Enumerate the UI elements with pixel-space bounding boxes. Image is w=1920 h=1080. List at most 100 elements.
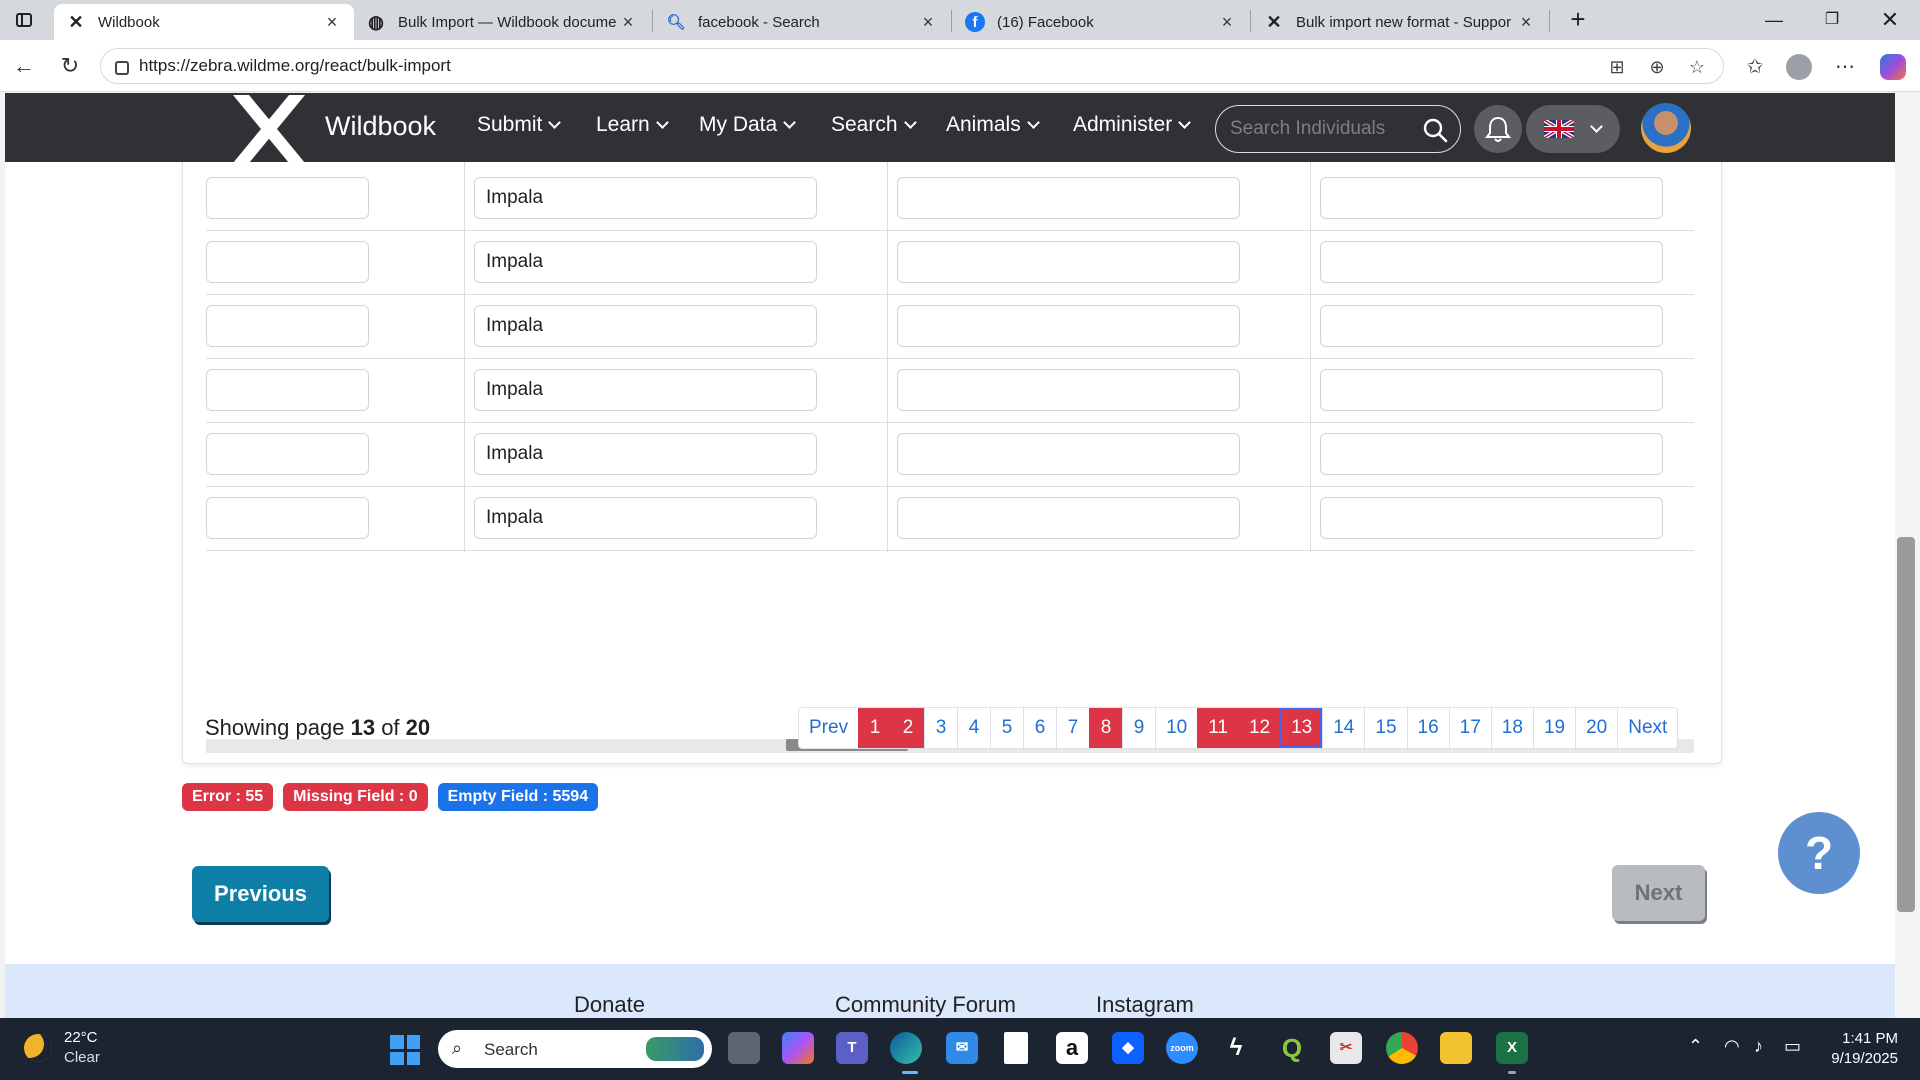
notifications-button[interactable] [1474, 105, 1522, 153]
taskbar-search[interactable]: ⌕ Search [438, 1030, 712, 1068]
minimize-button[interactable]: — [1746, 4, 1802, 36]
wifi-icon[interactable]: ◠ [1724, 1036, 1740, 1057]
profile-avatar[interactable] [1786, 54, 1812, 80]
pager-page-20[interactable]: 20 [1575, 708, 1618, 748]
notepad-icon[interactable] [1004, 1032, 1028, 1064]
footer-link-donate[interactable]: Donate [574, 992, 645, 1018]
empty-field[interactable] [897, 177, 1240, 219]
id-field[interactable] [206, 369, 369, 411]
footer-link-community-forum[interactable]: Community Forum [835, 992, 1016, 1018]
menu-my-data[interactable]: My Data [699, 113, 797, 137]
close-tab-icon[interactable]: × [918, 12, 938, 33]
qgis-icon[interactable]: Q [1276, 1032, 1308, 1064]
empty-field[interactable] [897, 433, 1240, 475]
pager-page-13[interactable]: 13 [1280, 708, 1323, 748]
more-menu-icon[interactable]: ⋯ [1830, 52, 1860, 82]
close-tab-icon[interactable]: × [618, 12, 638, 33]
tab-actions-button[interactable] [10, 9, 38, 31]
teams-icon[interactable]: T [836, 1032, 868, 1064]
close-window-button[interactable]: ✕ [1862, 4, 1918, 36]
edge-icon[interactable] [890, 1032, 922, 1064]
favorites-icon[interactable]: ✩ [1740, 52, 1770, 82]
pager-page-6[interactable]: 6 [1023, 708, 1057, 748]
pager-page-17[interactable]: 17 [1448, 708, 1491, 748]
footer-link-instagram[interactable]: Instagram [1096, 992, 1194, 1018]
pager-page-3[interactable]: 3 [924, 708, 958, 748]
browser-tab-support[interactable]: ✕ Bulk import new format - Suppor × [1252, 4, 1548, 40]
show-hidden-icons[interactable]: ⌃ [1688, 1036, 1703, 1057]
restore-button[interactable]: ❐ [1804, 4, 1860, 36]
browser-tab-wildbook[interactable]: ✕ Wildbook × [54, 4, 354, 40]
pager-next[interactable]: Next [1617, 708, 1678, 748]
wildbook-logo-icon[interactable] [233, 95, 305, 163]
species-field[interactable]: Impala [474, 497, 817, 539]
previous-button[interactable]: Previous [192, 866, 329, 922]
pager-page-7[interactable]: 7 [1056, 708, 1090, 748]
amazon-icon[interactable]: a [1056, 1032, 1088, 1064]
id-field[interactable] [206, 177, 369, 219]
pager-page-2[interactable]: 2 [891, 708, 925, 748]
excel-icon[interactable]: X [1496, 1032, 1528, 1064]
pager-page-10[interactable]: 10 [1155, 708, 1198, 748]
species-field[interactable]: Impala [474, 369, 817, 411]
help-button[interactable]: ? [1778, 812, 1860, 894]
id-field[interactable] [206, 433, 369, 475]
battery-icon[interactable]: ▭ [1784, 1036, 1801, 1057]
moon-icon[interactable] [24, 1034, 52, 1062]
favorite-star-icon[interactable]: ☆ [1683, 53, 1711, 81]
browser-tab-bulk-import-docs[interactable]: ◍ Bulk Import — Wildbook docume × [354, 4, 650, 40]
close-tab-icon[interactable]: × [1217, 12, 1237, 33]
app-available-icon[interactable]: ⊞ [1603, 53, 1631, 81]
id-field[interactable] [206, 305, 369, 347]
menu-animals[interactable]: Animals [946, 113, 1040, 137]
empty-field[interactable] [1320, 369, 1663, 411]
close-tab-icon[interactable]: × [1516, 12, 1536, 33]
start-button[interactable] [390, 1035, 420, 1065]
language-selector[interactable] [1526, 105, 1620, 153]
empty-field[interactable] [897, 241, 1240, 283]
browser-tab-facebook-search[interactable]: 🔍︎ facebook - Search × [654, 4, 950, 40]
taskbar-time[interactable]: 1:41 PM [1842, 1030, 1898, 1047]
menu-search[interactable]: Search [831, 113, 917, 137]
pager-prev[interactable]: Prev [799, 708, 859, 748]
weather-temperature[interactable]: 22°C [64, 1029, 98, 1046]
pager-page-4[interactable]: 4 [957, 708, 991, 748]
menu-administer[interactable]: Administer [1073, 113, 1192, 137]
species-field[interactable]: Impala [474, 177, 817, 219]
empty-field[interactable] [1320, 497, 1663, 539]
pager-page-14[interactable]: 14 [1322, 708, 1365, 748]
close-tab-icon[interactable]: × [322, 12, 342, 33]
empty-field[interactable] [1320, 177, 1663, 219]
pager-page-8[interactable]: 8 [1089, 708, 1123, 748]
task-view-icon[interactable] [728, 1032, 760, 1064]
pager-page-1[interactable]: 1 [858, 708, 892, 748]
copilot-app-icon[interactable] [782, 1032, 814, 1064]
brand-name[interactable]: Wildbook [325, 111, 436, 142]
pager-page-18[interactable]: 18 [1490, 708, 1533, 748]
chrome-icon[interactable] [1386, 1032, 1418, 1064]
empty-field[interactable] [1320, 241, 1663, 283]
species-field[interactable]: Impala [474, 241, 817, 283]
zoom-icon[interactable]: ⊕ [1643, 53, 1671, 81]
empty-field[interactable] [1320, 433, 1663, 475]
new-tab-button[interactable]: + [1560, 4, 1596, 36]
file-explorer-icon[interactable] [1440, 1032, 1472, 1064]
pager-page-11[interactable]: 11 [1197, 708, 1238, 748]
empty-field[interactable] [1320, 305, 1663, 347]
taskbar-date[interactable]: 9/19/2025 [1822, 1050, 1898, 1067]
refresh-button[interactable]: ↻ [54, 50, 86, 82]
empty-field[interactable] [897, 497, 1240, 539]
weather-condition[interactable]: Clear [64, 1049, 100, 1066]
search-individuals-input[interactable] [1230, 117, 1420, 141]
pager-page-16[interactable]: 16 [1406, 708, 1449, 748]
volume-icon[interactable]: ♪ [1754, 1036, 1763, 1057]
species-field[interactable]: Impala [474, 433, 817, 475]
next-button[interactable]: Next [1612, 865, 1705, 921]
menu-learn[interactable]: Learn [596, 113, 669, 137]
user-avatar[interactable] [1641, 103, 1691, 153]
bolt-app-icon[interactable]: ϟ [1220, 1032, 1252, 1064]
mail-icon[interactable]: ✉ [946, 1032, 978, 1064]
menu-submit[interactable]: Submit [477, 113, 562, 137]
pager-page-9[interactable]: 9 [1122, 708, 1156, 748]
pager-page-12[interactable]: 12 [1237, 708, 1281, 748]
